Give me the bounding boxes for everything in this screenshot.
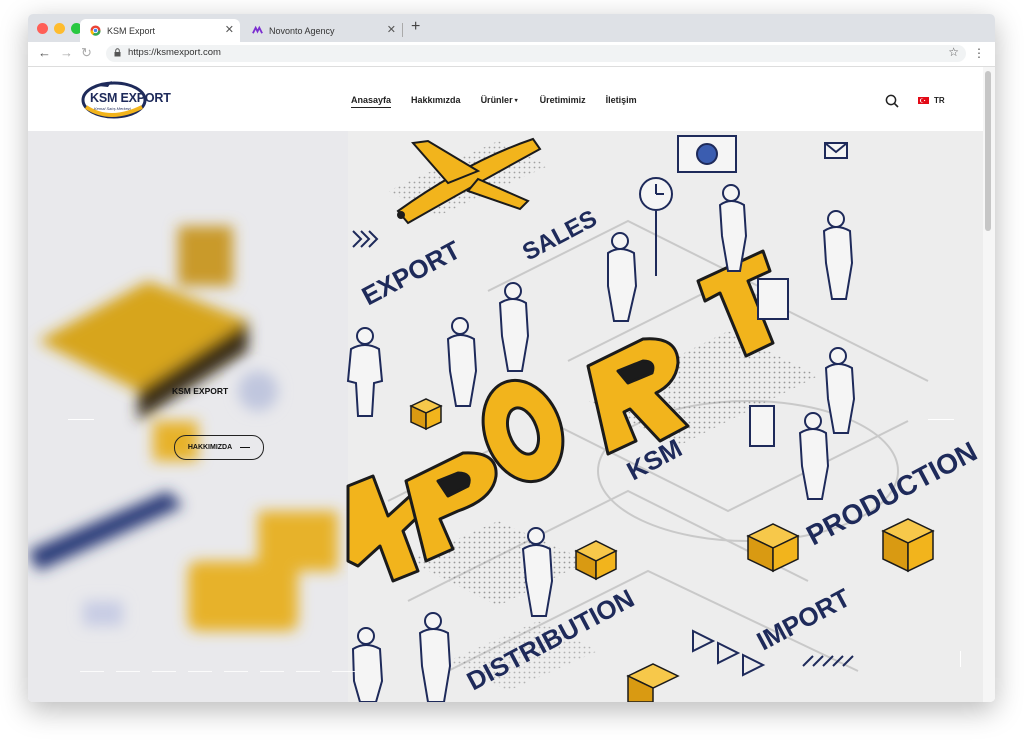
new-tab-button[interactable]: + (411, 18, 420, 36)
slide-bullet[interactable] (188, 671, 212, 672)
nav-urunler[interactable]: Ürünler (481, 95, 513, 108)
close-tab-icon[interactable]: ✕ (225, 23, 234, 36)
page-scrollbar[interactable] (983, 67, 995, 702)
reload-icon[interactable]: ↻ (81, 45, 92, 61)
tab-novonto-agency[interactable]: Novonto Agency ✕ (242, 19, 402, 42)
hakkimizda-button[interactable]: HAKKIMIZDA (174, 435, 264, 460)
bookmark-star-icon[interactable]: ☆ (948, 45, 959, 59)
slide-bullet[interactable] (116, 671, 140, 672)
logo-tagline: Kemal Satış Merkezi (94, 106, 131, 111)
tab-title: KSM Export (107, 25, 156, 36)
turkey-flag-icon (918, 97, 929, 104)
language-label: TR (934, 96, 945, 105)
browser-toolbar: ← → ↻ https://ksmexport.com ☆ ⋮ (28, 42, 995, 67)
dash-arrow-icon (240, 447, 251, 448)
browser-menu-icon[interactable]: ⋮ (973, 46, 985, 60)
close-window-button[interactable] (37, 23, 48, 34)
tab-title: Novonto Agency (269, 25, 335, 36)
search-icon[interactable] (885, 94, 899, 108)
hero-slider: EXPORT SALES KSM PRODUCTION DISTRIBUTION… (28, 131, 983, 702)
address-bar[interactable]: https://ksmexport.com ☆ (106, 45, 966, 62)
hakkimizda-button-label: HAKKIMIZDA (187, 444, 233, 451)
back-arrow-icon[interactable]: ← (38, 45, 51, 60)
url-text: https://ksmexport.com (128, 47, 221, 58)
nav-iletisim[interactable]: İletişim (606, 95, 637, 108)
close-tab-icon[interactable]: ✕ (387, 23, 396, 36)
novonto-logo-icon (252, 25, 263, 34)
main-nav: Anasayfa Hakkımızda Ürünler ▾ Üretimimiz… (351, 95, 637, 108)
tab-strip: KSM Export ✕ Novonto Agency ✕ + (28, 14, 995, 42)
slide-pagination (80, 671, 356, 672)
slide-bullet[interactable] (80, 671, 104, 672)
chevron-down-icon: ▾ (514, 98, 518, 104)
nav-anasayfa[interactable]: Anasayfa (351, 95, 392, 108)
nav-hakkimizda[interactable]: Hakkımızda (411, 95, 461, 108)
slide-bullet[interactable] (260, 671, 284, 672)
hero-illustration: EXPORT SALES KSM PRODUCTION DISTRIBUTION… (28, 131, 983, 702)
chrome-icon (90, 25, 101, 36)
tab-ksm-export[interactable]: KSM Export ✕ (80, 19, 240, 42)
logo-text: KSM EXPORT (90, 91, 171, 105)
next-slide-arrow[interactable] (928, 419, 954, 420)
scrollbar-thumb[interactable] (985, 71, 991, 231)
lock-icon (114, 48, 121, 57)
web-page: KSM EXPORT Kemal Satış Merkezi Anasayfa … (28, 67, 995, 702)
slide-bullet[interactable] (332, 671, 356, 672)
slide-title: KSM EXPORT (172, 386, 229, 396)
minimize-window-button[interactable] (54, 23, 65, 34)
slide-bullet[interactable] (152, 671, 176, 672)
language-switcher[interactable]: TR (918, 96, 945, 105)
browser-window: KSM Export ✕ Novonto Agency ✕ + ← → ↻ ht… (28, 14, 995, 702)
slide-bullet[interactable] (296, 671, 320, 672)
export-illustration: EXPORT SALES KSM PRODUCTION DISTRIBUTION… (346, 131, 983, 702)
nav-uretimimiz[interactable]: Üretimimiz (540, 95, 586, 108)
prev-slide-arrow[interactable] (68, 419, 94, 420)
slide-progress-indicator (960, 651, 961, 667)
tab-separator (402, 23, 403, 37)
slide-bullet[interactable] (224, 671, 248, 672)
forward-arrow-icon[interactable]: → (60, 45, 73, 60)
window-controls (37, 23, 82, 34)
site-header: KSM EXPORT Kemal Satış Merkezi Anasayfa … (28, 67, 983, 131)
